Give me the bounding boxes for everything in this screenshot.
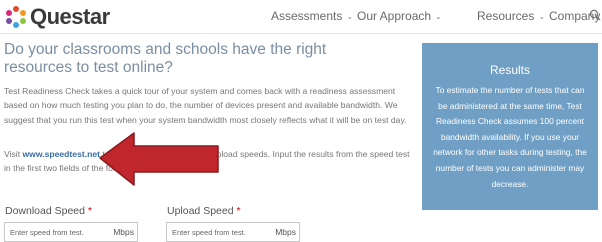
nav-item-resources[interactable]: Resources ⌄ — [477, 9, 545, 23]
chevron-down-icon: ⌄ — [435, 11, 442, 21]
upload-speed-field: Mbps — [166, 222, 300, 242]
instruction-prefix: Visit — [4, 149, 23, 159]
download-speed-label: Download Speed * — [5, 205, 92, 217]
nav-item-assessments[interactable]: Assessments ⌄ — [271, 9, 353, 23]
required-mark: * — [87, 205, 92, 217]
red-arrow-icon — [99, 132, 219, 186]
nav-label: Assessments — [271, 9, 343, 23]
logo[interactable]: Questar — [4, 4, 110, 30]
label-text: Upload Speed — [167, 205, 234, 217]
upload-speed-label: Upload Speed * — [167, 205, 241, 217]
results-panel: Results To estimate the number of tests … — [422, 43, 598, 210]
search-icon[interactable] — [589, 9, 601, 21]
header-divider — [0, 33, 602, 34]
chevron-down-icon: ⌄ — [346, 11, 354, 21]
page-title: Do your classrooms and schools have the … — [4, 41, 327, 76]
results-text: To estimate the number of tests that can… — [433, 85, 587, 189]
results-title: Results — [489, 63, 530, 77]
questar-logo-icon — [6, 6, 26, 28]
nav-item-our-approach[interactable]: Our Approach ⌄ — [357, 9, 442, 23]
label-text: Download Speed — [5, 205, 85, 217]
nav-label: Our Approach — [357, 9, 432, 23]
download-speed-field: Mbps — [4, 222, 138, 242]
upload-speed-input[interactable] — [167, 227, 265, 237]
chevron-down-icon: ⌄ — [538, 11, 546, 21]
site-header: Questar Assessments ⌄ Our Approach ⌄ Res… — [0, 0, 602, 32]
speedtest-link[interactable]: www.speedtest.net — [22, 149, 100, 159]
unit-label: Mbps — [275, 227, 296, 237]
required-mark: * — [236, 205, 241, 217]
nav-label: Resources — [477, 9, 535, 23]
brand-name: Questar — [30, 4, 110, 29]
unit-label: Mbps — [113, 227, 134, 237]
intro-paragraph: Test Readiness Check takes a quick tour … — [4, 86, 407, 125]
download-speed-input[interactable] — [5, 227, 103, 237]
